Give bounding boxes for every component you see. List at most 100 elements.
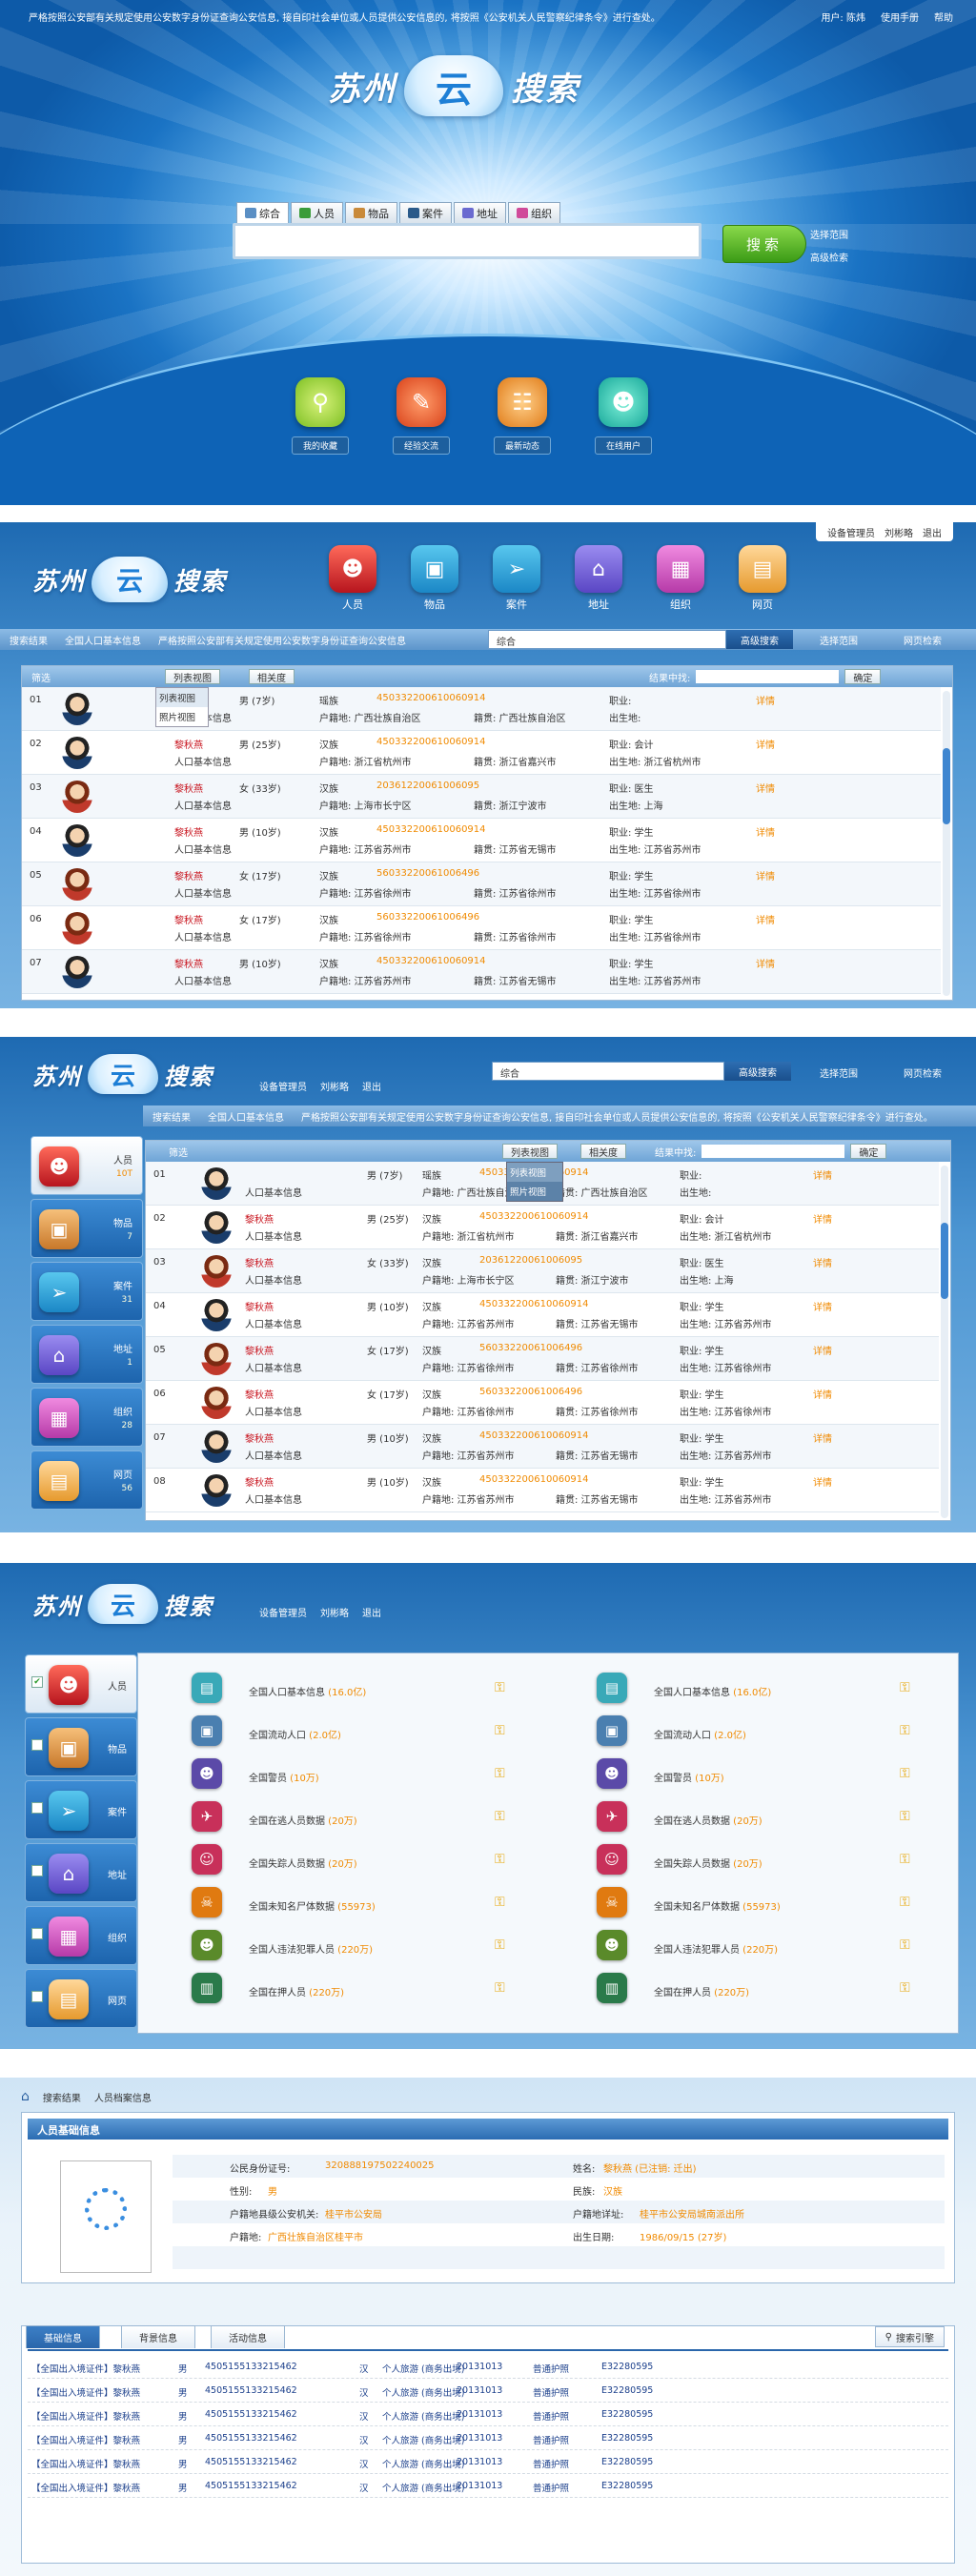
category-item[interactable]: ▥ 全国在押人员 (220万) ⚿ xyxy=(192,1967,535,2009)
category-item[interactable]: ✈ 全国在逃人员数据 (20万) ⚿ xyxy=(192,1795,535,1837)
logout-link[interactable]: 退出 xyxy=(362,1079,381,1093)
table-row[interactable]: 07 黎秋燕 男 (10岁) 人口基本信息 汉族 450332200610060914 户籍… xyxy=(146,1425,939,1469)
table-row[interactable]: 08 黎秋燕 男 (10岁) 人口基本信息 汉族 450332200610060914 户籍… xyxy=(146,1469,939,1512)
key-icon[interactable]: ⚿ xyxy=(495,1937,505,1953)
key-icon[interactable]: ⚿ xyxy=(900,1809,910,1824)
category-item[interactable]: ☺ 全国失踪人员数据 (20万) ⚿ xyxy=(597,1838,940,1880)
confirm-button[interactable]: 确定 xyxy=(850,1144,887,1159)
sidebar-item-5[interactable]: ▤ 网页 56 xyxy=(30,1450,143,1510)
category-item[interactable]: ▣ 全国流动人口 (2.0亿) ⚿ xyxy=(192,1710,535,1752)
category-item[interactable]: ☺ 全国失踪人员数据 (20万) ⚿ xyxy=(192,1838,535,1880)
tab-basic-info[interactable]: 基础信息 xyxy=(26,2325,100,2348)
category-item[interactable]: ▣ 全国流动人口 (2.0亿) ⚿ xyxy=(597,1710,940,1752)
key-icon[interactable]: ⚿ xyxy=(900,1937,910,1953)
category-nav-item-1[interactable]: ▣ 物品 xyxy=(25,1717,137,1776)
detail-link[interactable]: 详情 xyxy=(756,912,775,926)
module-address[interactable]: ⌂ 地址 xyxy=(570,545,627,612)
search-button[interactable]: 搜索 xyxy=(722,225,806,263)
record-row[interactable]: 【全国出入境证件】黎秋燕 男 4505155133215462 汉 个人旅游 (商务出境… xyxy=(28,2355,948,2379)
relevance-dropdown[interactable]: 相关度 xyxy=(249,669,295,684)
key-icon[interactable]: ⚿ xyxy=(900,1852,910,1867)
record-row[interactable]: 【全国出入境证件】黎秋燕 男 4505155133215462 汉 个人旅游 (商务出境… xyxy=(28,2474,948,2498)
help-link[interactable]: 帮助 xyxy=(934,10,953,24)
sidebar-item-2[interactable]: ➢ 案件 31 xyxy=(30,1262,143,1321)
category-nav-item-5[interactable]: ▤ 网页 xyxy=(25,1969,137,2028)
category-nav-item-4[interactable]: ▦ 组织 xyxy=(25,1906,137,1965)
scroll-thumb[interactable] xyxy=(943,748,950,824)
record-row[interactable]: 【全国出入境证件】黎秋燕 男 4505155133215462 汉 个人旅游 (商务出境… xyxy=(28,2426,948,2450)
sidebar-item-4[interactable]: ▦ 组织 28 xyxy=(30,1388,143,1447)
manual-link[interactable]: 使用手册 xyxy=(881,10,919,24)
table-row[interactable]: 03 黎秋燕 女 (33岁) 人口基本信息 汉族 20361220061006095 户籍地… xyxy=(146,1249,939,1293)
key-icon[interactable]: ⚿ xyxy=(495,1980,505,1996)
checkbox[interactable] xyxy=(31,1802,43,1814)
web-search-link[interactable]: 网页检索 xyxy=(904,1065,942,1080)
logout-link[interactable]: 退出 xyxy=(362,1605,381,1619)
quick-online[interactable]: ☻ 在线用户 xyxy=(595,377,652,455)
checkbox[interactable] xyxy=(31,1928,43,1939)
logout-link[interactable]: 退出 xyxy=(923,525,942,539)
search-input[interactable] xyxy=(233,223,702,259)
scrollbar[interactable] xyxy=(941,1166,948,1518)
checkbox[interactable] xyxy=(31,1865,43,1876)
table-row[interactable]: 05 黎秋燕 女 (17岁) 人口基本信息 汉族 56033220061006496 户籍地… xyxy=(22,862,941,906)
record-row[interactable]: 【全国出入境证件】黎秋燕 男 4505155133215462 汉 个人旅游 (商务出境… xyxy=(28,2403,948,2426)
view-dropdown[interactable]: 列表视图 xyxy=(165,669,220,684)
category-nav-item-0[interactable]: ✔ ☻ 人员 xyxy=(25,1654,137,1714)
sidebar-item-3[interactable]: ⌂ 地址 1 xyxy=(30,1325,143,1384)
category-item[interactable]: ✈ 全国在逃人员数据 (20万) ⚿ xyxy=(597,1795,940,1837)
scrollbar[interactable] xyxy=(943,691,950,996)
breadcrumb-home[interactable]: 搜索结果 xyxy=(152,1109,191,1124)
category-item[interactable]: ▤ 全国人口基本信息 (16.0亿) ⚿ xyxy=(597,1667,940,1709)
category-item[interactable]: ☻ 全国警员 (10万) ⚿ xyxy=(192,1753,535,1795)
search-engine-button[interactable]: ⚲ 搜索引擎 xyxy=(874,2326,945,2347)
relevance-dropdown[interactable]: 相关度 xyxy=(580,1144,626,1159)
module-org[interactable]: ▦ 组织 xyxy=(652,545,709,612)
user-link[interactable]: 用户: 陈炜 xyxy=(821,10,865,24)
category-nav-item-3[interactable]: ⌂ 地址 xyxy=(25,1843,137,1902)
table-row[interactable]: 04 黎秋燕 男 (10岁) 人口基本信息 汉族 450332200610060914 户籍… xyxy=(22,819,941,862)
module-item[interactable]: ▣ 物品 xyxy=(406,545,463,612)
checkbox[interactable] xyxy=(31,1991,43,2002)
advanced-link[interactable]: 高级检索 xyxy=(810,250,848,264)
detail-link[interactable]: 详情 xyxy=(756,693,775,707)
detail-link[interactable]: 详情 xyxy=(813,1299,832,1313)
category-item[interactable]: ☠ 全国未知名尸体数据 (55973) ⚿ xyxy=(597,1881,940,1923)
menu-photo-view[interactable]: 照片视图 xyxy=(507,1182,562,1201)
menu-list-view[interactable]: 列表视图 xyxy=(156,688,208,707)
category-item[interactable]: ☻ 全国警员 (10万) ⚿ xyxy=(597,1753,940,1795)
tab-org[interactable]: 组织 xyxy=(508,202,560,223)
record-row[interactable]: 【全国出入境证件】黎秋燕 男 4505155133215462 汉 个人旅游 (商务出境… xyxy=(28,2379,948,2403)
table-row[interactable]: 02 黎秋燕 男 (25岁) 人口基本信息 汉族 450332200610060914 户籍… xyxy=(146,1206,939,1249)
detail-link[interactable]: 详情 xyxy=(756,956,775,970)
scroll-thumb[interactable] xyxy=(941,1223,948,1299)
detail-link[interactable]: 详情 xyxy=(756,737,775,751)
detail-link[interactable]: 详情 xyxy=(813,1343,832,1357)
key-icon[interactable]: ⚿ xyxy=(495,1723,505,1738)
search-select[interactable]: 综合 xyxy=(488,630,726,649)
detail-link[interactable]: 详情 xyxy=(813,1255,832,1269)
detail-link[interactable]: 详情 xyxy=(813,1167,832,1182)
checkbox[interactable]: ✔ xyxy=(31,1676,43,1688)
module-web[interactable]: ▤ 网页 xyxy=(734,545,791,612)
category-item[interactable]: ☻ 全国人违法犯罪人员 (220万) ⚿ xyxy=(192,1924,535,1966)
quick-news[interactable]: ☷ 最新动态 xyxy=(494,377,551,455)
detail-link[interactable]: 详情 xyxy=(813,1387,832,1401)
filter-dropdown[interactable]: 筛选 xyxy=(31,670,51,684)
key-icon[interactable]: ⚿ xyxy=(495,1680,505,1695)
category-item[interactable]: ☠ 全国未知名尸体数据 (55973) ⚿ xyxy=(192,1881,535,1923)
detail-link[interactable]: 详情 xyxy=(813,1474,832,1489)
detail-link[interactable]: 详情 xyxy=(813,1211,832,1226)
scope-link[interactable]: 选择范围 xyxy=(820,1065,858,1080)
record-row[interactable]: 【全国出入境证件】黎秋燕 男 4505155133215462 汉 个人旅游 (商务出境… xyxy=(28,2450,948,2474)
checkbox[interactable] xyxy=(31,1739,43,1751)
table-row[interactable]: 04 黎秋燕 男 (10岁) 人口基本信息 汉族 450332200610060914 户籍… xyxy=(146,1293,939,1337)
menu-photo-view[interactable]: 照片视图 xyxy=(156,707,208,726)
detail-link[interactable]: 详情 xyxy=(756,824,775,839)
module-person[interactable]: ☻ 人员 xyxy=(324,545,381,612)
breadcrumb-home[interactable]: 搜索结果 xyxy=(10,633,48,647)
in-result-input[interactable] xyxy=(702,1145,845,1158)
user-name[interactable]: 刘彬略 xyxy=(320,1079,349,1093)
key-icon[interactable]: ⚿ xyxy=(900,1680,910,1695)
tab-item[interactable]: 物品 xyxy=(345,202,397,223)
